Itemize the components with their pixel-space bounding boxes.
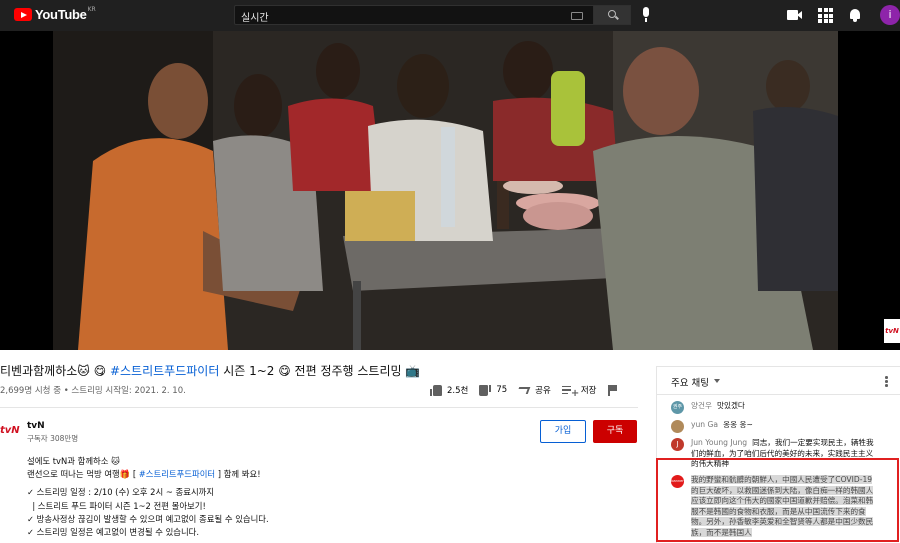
chat-text: 我的野蠻和骯髒的朝鮮人，中國人民遭受了COVID-19的巨大破坏，以救國迷係到大… [691,475,874,537]
search-icon [608,10,616,18]
chat-message: J Jun Young Jung 同志，我们一定要实现民主，辆牲我们的鲜血，为了咱… [671,438,877,470]
account-avatar[interactable]: i [880,5,900,25]
chat-message: 권주 양건우 맛있겠다 [671,401,877,414]
search-button[interactable] [593,5,631,25]
tvn-watermark-logo: tvN [884,319,900,343]
like-button[interactable]: 2.5천 [430,384,468,396]
desc-line: | 스트리트 푸드 파이터 시즌 1~2 전편 몰아보기! [27,500,206,511]
video-frame [53,31,838,350]
share-button[interactable]: 공유 [516,384,551,396]
video-meta: 2,699명 시청 중 • 스트리밍 시작일: 2021. 2. 10. [0,386,186,396]
chat-avatar[interactable] [671,420,684,433]
like-count: 2.5천 [447,386,469,396]
chat-message: yun Ga 옹옹 옹~ [671,420,877,433]
chat-message: banner 我的野蠻和骯髒的朝鮮人，中國人民遭受了COVID-19的巨大破坏，… [671,475,877,538]
subscriber-count: 구독자 308만명 [27,434,79,443]
flag-icon [607,384,619,396]
dislike-button[interactable]: 75 [479,384,508,396]
divider [0,407,638,408]
region-code: KR [87,6,96,13]
chat-header: 주요 채팅 [657,367,900,395]
channel-avatar[interactable]: tvN [0,424,20,438]
title-part3: 시즌 1~2 😋 전편 정주행 스트리밍 📺 [219,364,421,378]
report-button[interactable] [607,384,624,396]
top-bar: YouTube KR 실시간 i [0,0,900,31]
desc-line: ✓ 스트리밍 일정 : 2/10 (수) 오후 2시 ~ 종료시까지 [27,487,215,498]
video-player[interactable]: tvN [0,31,900,350]
thumbs-down-icon [479,384,492,396]
subscribe-button[interactable]: 구독 [593,420,637,443]
join-button[interactable]: 가입 [540,420,586,443]
chat-author[interactable]: Jun Young Jung [691,438,747,447]
desc-line: 랜선으로 떠나는 먹방 여행🎁 [ #스트리트푸드파이터 ] 함께 봐요! [27,469,261,480]
share-label: 공유 [535,386,551,396]
share-icon [516,385,531,396]
save-label: 저장 [580,386,597,396]
chat-avatar[interactable]: banner [671,475,684,488]
chevron-down-icon[interactable] [714,379,720,383]
live-chat-panel: 주요 채팅 권주 양건우 맛있겠다 yun Ga 옹옹 옹~ J Jun Young… [656,366,900,543]
video-scene-image [53,31,838,350]
title-hashtag[interactable]: #스트리트푸드파이터 [110,364,219,378]
chat-avatar[interactable]: 권주 [671,401,684,414]
youtube-logo[interactable]: YouTube KR [14,6,96,22]
chat-author[interactable]: yun Ga [691,420,718,429]
desc-line: ✓ 스트리밍 일정은 예고없이 변경될 수 있습니다. [27,527,200,538]
save-button[interactable]: + 저장 [561,384,597,398]
chat-text: 옹옹 옹~ [723,420,753,429]
desc-line: ✓ 방송사정상 끊김이 발생할 수 있으며 예고없이 종료될 수 있습니다. [27,513,269,524]
thumbs-up-icon [430,384,442,396]
search-input[interactable]: 실시간 [234,5,594,25]
youtube-play-icon [14,8,32,21]
video-description: 설에도 tvN과 함께하소 🐱 랜선으로 떠나는 먹방 여행🎁 [ #스트리트푸… [27,455,269,539]
search-query: 실시간 [241,13,269,24]
apps-grid-icon[interactable] [818,8,833,23]
desc-line: 설에도 tvN과 함께하소 🐱 [27,456,120,466]
keyboard-icon[interactable] [571,12,583,20]
chat-mode-dropdown[interactable]: 주요 채팅 [671,375,709,389]
logo-text: YouTube [35,7,87,22]
microphone-icon[interactable] [640,7,652,23]
create-video-icon[interactable] [787,8,803,22]
notifications-bell-icon[interactable] [848,8,864,22]
channel-name[interactable]: tvN [27,421,45,431]
chat-avatar[interactable]: J [671,438,684,451]
playlist-add-icon: + [561,385,579,398]
dislike-count: 75 [496,385,508,395]
more-options-icon[interactable] [885,376,888,387]
desc-hashtag[interactable]: #스트리트푸드파이터 [139,469,215,479]
title-part2: 😋 [93,364,110,378]
chat-text: 맛있겠다 [716,401,745,410]
title-part1: 티벤과함께하소🐱 [0,364,90,378]
video-title: 티벤과함께하소🐱 😋 #스트리트푸드파이터 시즌 1~2 😋 전편 정주행 스트… [0,362,640,379]
chat-author[interactable]: 양건우 [691,401,712,410]
video-actions: 2.5천 75 공유 + 저장 [430,384,635,398]
